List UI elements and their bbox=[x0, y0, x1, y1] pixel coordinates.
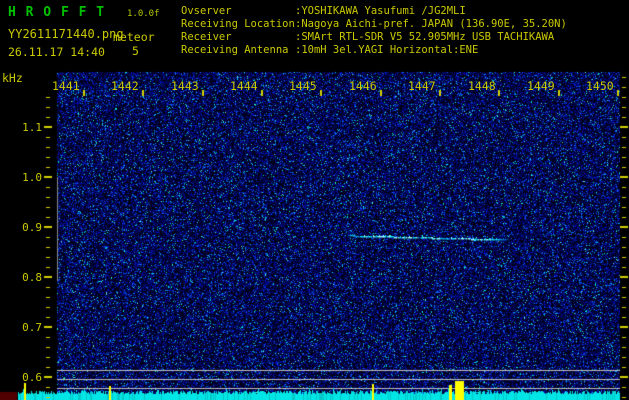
time-tick-label: 1446 bbox=[349, 79, 377, 93]
freq-tick-label: 0.6 bbox=[22, 371, 42, 384]
output-filename: YY2611171440.png bbox=[8, 27, 124, 41]
time-tick-label: 1442 bbox=[111, 79, 139, 93]
app-title: H R O F F T bbox=[8, 5, 106, 20]
mode-label: meteor bbox=[113, 30, 155, 44]
datetime-label: 26.11.17 14:40 bbox=[8, 45, 105, 59]
freq-tick-label: 1.1 bbox=[22, 121, 42, 134]
time-tick-label: 1448 bbox=[468, 79, 496, 93]
meteor-count: 5 bbox=[132, 44, 139, 58]
antenna-value: :10mH 3el.YAGI Horizontal:ENE bbox=[295, 44, 479, 56]
freq-tick-label: 0.7 bbox=[22, 321, 42, 334]
observer-row: Ovserver :YOSHIKAWA Yasufumi /JG2MLI bbox=[181, 5, 567, 18]
time-tick-label: 1441 bbox=[52, 79, 80, 93]
antenna-label: Receiving Antenna bbox=[181, 44, 289, 56]
location-value: :Nagoya Aichi-pref. JAPAN (136.90E, 35.2… bbox=[295, 18, 567, 30]
location-row: Receiving Location:Nagoya Aichi-pref. JA… bbox=[181, 18, 567, 31]
observer-label: Ovserver bbox=[181, 5, 232, 17]
version-label: 1.0.0f bbox=[127, 9, 160, 19]
freq-tick-label: 1.0 bbox=[22, 171, 42, 184]
time-tick-label: 1444 bbox=[230, 79, 258, 93]
receiver-label: Receiver bbox=[181, 31, 232, 43]
time-tick-label: 1443 bbox=[171, 79, 199, 93]
hrofft-window: H R O F F T 1.0.0f YY2611171440.png mete… bbox=[0, 0, 629, 400]
antenna-row: Receiving Antenna :10mH 3el.YAGI Horizont… bbox=[181, 44, 567, 57]
observer-value: :YOSHIKAWA Yasufumi /JG2MLI bbox=[295, 5, 466, 17]
time-tick-label: 1445 bbox=[289, 79, 317, 93]
freq-axis-unit: kHz bbox=[2, 71, 23, 85]
spectrogram-canvas bbox=[0, 0, 629, 400]
receiver-row: Receiver :SMArt RTL-SDR V5 52.905MHz USB … bbox=[181, 31, 567, 44]
freq-tick-label: 0.8 bbox=[22, 271, 42, 284]
receiver-value: :SMArt RTL-SDR V5 52.905MHz USB TACHIKAW… bbox=[295, 31, 555, 43]
location-label: Receiving Location bbox=[181, 18, 295, 30]
time-tick-label: 1449 bbox=[527, 79, 555, 93]
freq-tick-label: 0.9 bbox=[22, 221, 42, 234]
time-tick-label: 1447 bbox=[408, 79, 436, 93]
station-info: Ovserver :YOSHIKAWA Yasufumi /JG2MLI Rece… bbox=[181, 5, 567, 57]
time-tick-label: 1450 bbox=[586, 79, 614, 93]
